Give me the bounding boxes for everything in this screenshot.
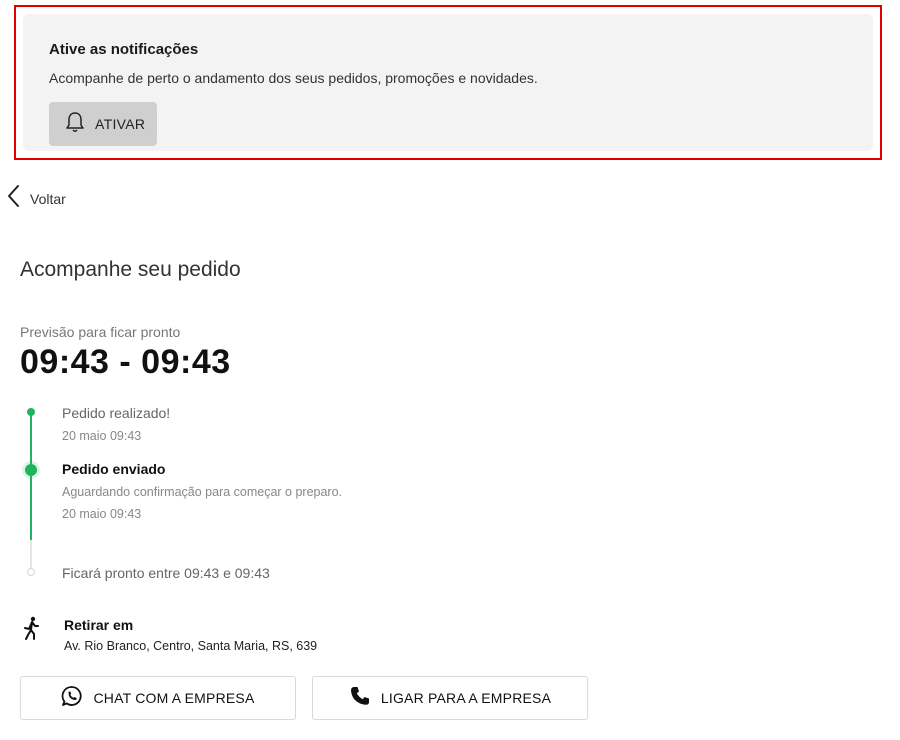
step-time: 20 maio 09:43 [62,507,142,521]
walking-person-icon [22,616,42,645]
eta-caption: Previsão para ficar pronto [20,324,181,340]
step-title: Ficará pronto entre 09:43 e 09:43 [62,565,270,581]
back-label: Voltar [30,190,66,207]
bell-icon [65,111,85,138]
activate-notifications-button[interactable]: ATIVAR [49,102,157,146]
step-description: Aguardando confirmação para começar o pr… [62,485,343,499]
timeline-pending-line [30,540,32,570]
pickup-title: Retirar em [64,617,134,633]
back-link[interactable]: Voltar [6,184,66,213]
notification-card: Ative as notificações Acompanhe de perto… [23,14,873,151]
eta-value: 09:43 - 09:43 [20,343,231,381]
chat-with-company-button[interactable]: CHAT COM A EMPRESA [20,676,296,720]
whatsapp-icon [61,685,83,712]
timeline-step: Ficará pronto entre 09:43 e 09:43 [62,565,270,581]
timeline-dot-current [25,464,37,476]
call-button-label: LIGAR PARA A EMPRESA [380,690,552,706]
step-title: Pedido enviado [62,461,166,477]
chevron-left-icon [6,184,20,213]
timeline-step: Pedido enviado Aguardando confirmação pa… [62,461,342,521]
activate-button-label: ATIVAR [95,116,146,132]
timeline-dot-pending [27,568,35,576]
notification-text: Acompanhe de perto o andamento dos seus … [49,70,538,86]
call-company-button[interactable]: LIGAR PARA A EMPRESA [312,676,588,720]
phone-icon [349,685,371,712]
chat-button-label: CHAT COM A EMPRESA [93,690,255,706]
pickup-address: Av. Rio Branco, Centro, Santa Maria, RS,… [64,639,318,653]
step-time: 20 maio 09:43 [62,429,142,443]
timeline-step: Pedido realizado! 20 maio 09:43 [62,405,170,443]
notification-banner: Ative as notificações Acompanhe de perto… [14,5,882,160]
notification-title: Ative as notificações [49,41,199,58]
step-title: Pedido realizado! [62,405,171,421]
timeline-dot-done [27,408,35,416]
page-title: Acompanhe seu pedido [20,258,241,281]
